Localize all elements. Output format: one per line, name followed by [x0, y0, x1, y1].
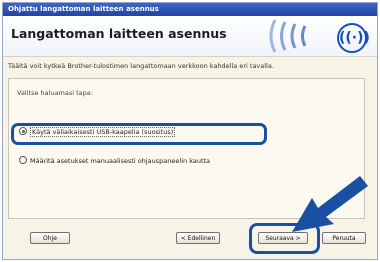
intro-text: Täältä voit kytkeä Brother-tulostimen la…: [8, 62, 274, 70]
radio-unselected[interactable]: [19, 156, 27, 164]
header-banner: Langattoman laitteen asennus ((·)): [3, 16, 377, 57]
back-button[interactable]: < Edellinen: [176, 232, 220, 244]
options-prompt: Valitse haluamasi tapa:: [17, 89, 93, 97]
page-title: Langattoman laitteen asennus: [11, 26, 227, 41]
wifi-icon: ((·)): [337, 23, 370, 53]
usb-option-highlight: [11, 123, 267, 145]
help-button[interactable]: Ohje: [30, 232, 70, 244]
option-manual-setup[interactable]: Määritä asetukset manuaalisesti ohjauspa…: [19, 156, 211, 165]
option-manual-label: Määritä asetukset manuaalisesti ohjauspa…: [30, 157, 211, 165]
pointer-arrow-icon: [292, 176, 368, 232]
wifi-arcs-icon: [269, 19, 307, 53]
window-title: Ohjattu langattoman laitteen asennus: [3, 3, 377, 16]
